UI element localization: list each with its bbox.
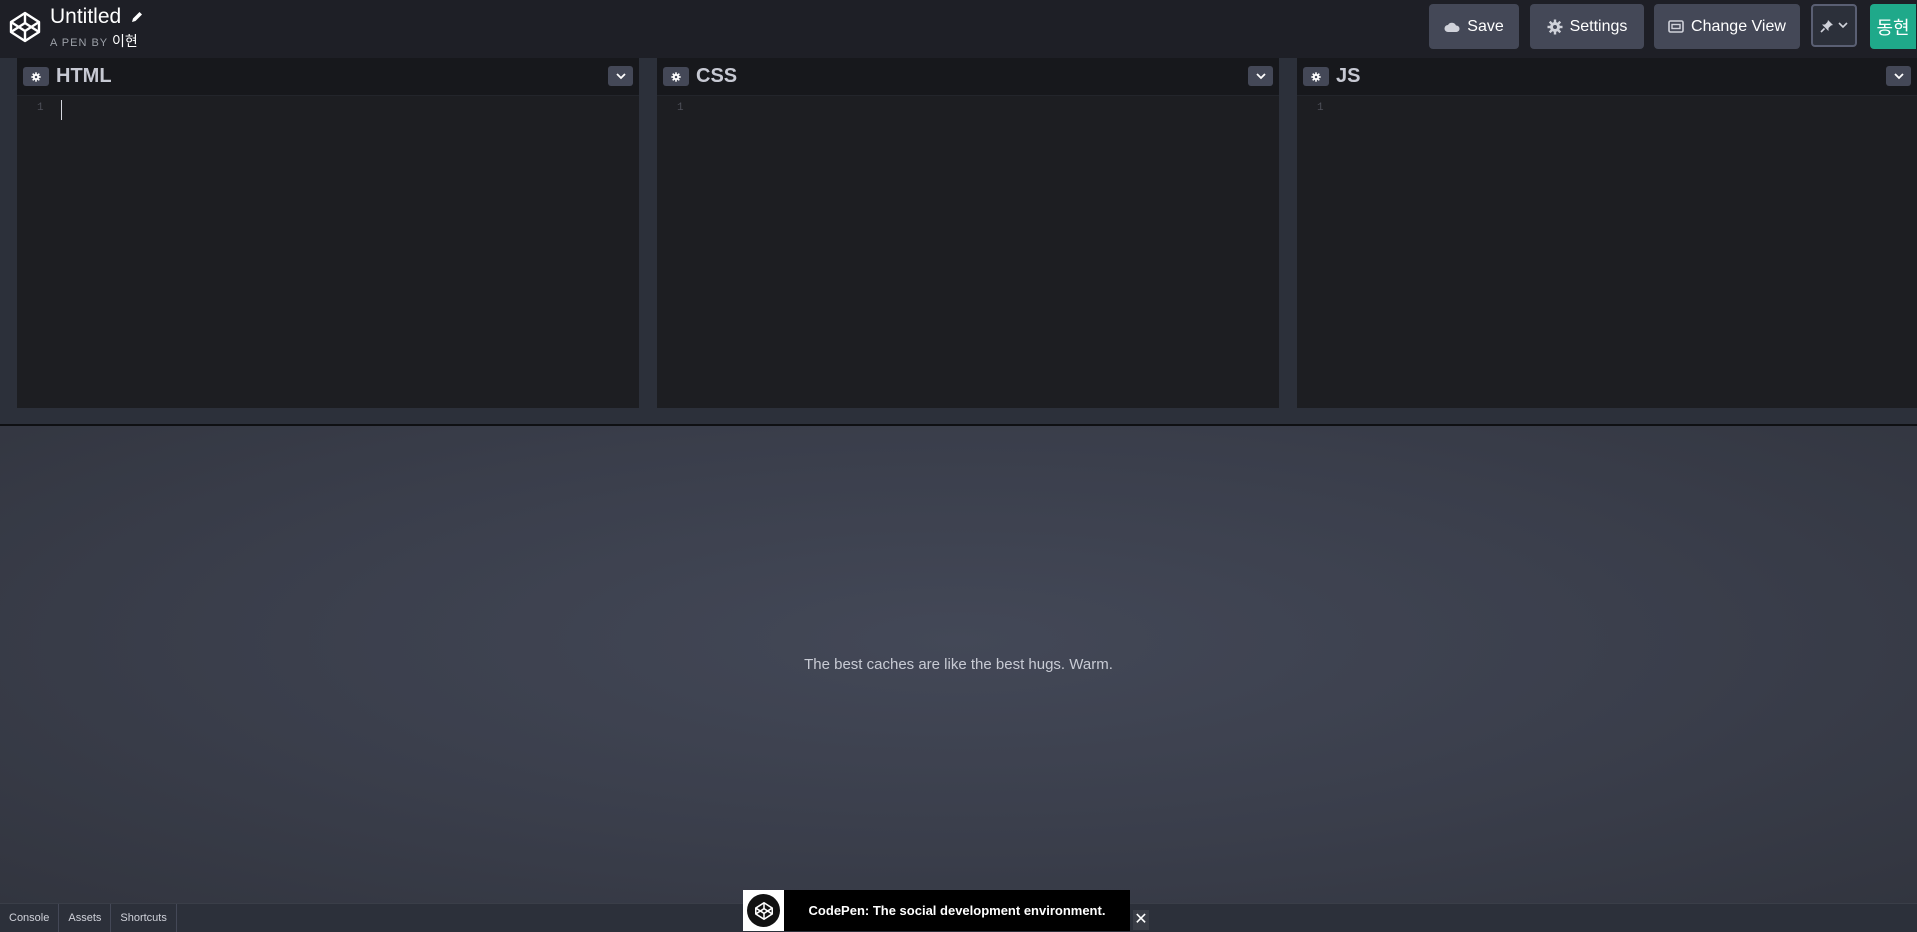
- preview-pane: The best caches are like the best hugs. …: [0, 426, 1917, 903]
- settings-button[interactable]: Settings: [1530, 4, 1644, 49]
- layout-icon: [1668, 20, 1684, 33]
- chevron-down-icon: [1838, 22, 1848, 29]
- html-editor[interactable]: HTML 1: [17, 58, 639, 409]
- change-view-button[interactable]: Change View: [1654, 4, 1800, 49]
- html-collapse-button[interactable]: [608, 66, 633, 86]
- html-editor-title: HTML: [56, 65, 112, 87]
- css-editor-title: CSS: [696, 65, 738, 87]
- css-editor[interactable]: CSS 1: [657, 58, 1279, 409]
- js-editor[interactable]: JS 1: [1297, 58, 1917, 409]
- console-button[interactable]: Console: [0, 904, 60, 932]
- codepen-logo-icon[interactable]: [8, 10, 42, 44]
- chevron-down-icon: [615, 72, 626, 79]
- settings-label: Settings: [1569, 17, 1628, 35]
- close-icon[interactable]: ✕: [1133, 910, 1149, 930]
- pen-byline: A PEN BY 이현: [50, 31, 144, 51]
- assets-button[interactable]: Assets: [59, 904, 112, 932]
- js-settings-button[interactable]: [1303, 67, 1329, 86]
- gear-icon: [1311, 71, 1321, 82]
- editor-area: HTML 1 CSS 1 JS 1: [0, 58, 1917, 409]
- html-editor-header: HTML: [17, 58, 639, 96]
- css-settings-button[interactable]: [663, 67, 689, 86]
- pencil-icon[interactable]: [130, 10, 144, 24]
- chevron-down-icon: [1255, 72, 1266, 79]
- byline-prefix: A PEN BY: [50, 37, 108, 49]
- text-cursor: [61, 100, 62, 120]
- pin-menu-button[interactable]: [1811, 4, 1857, 47]
- pen-title-block: Untitled A PEN BY 이현: [50, 4, 144, 51]
- line-number: 1: [1317, 102, 1324, 114]
- save-button[interactable]: Save: [1429, 4, 1519, 49]
- css-collapse-button[interactable]: [1248, 66, 1273, 86]
- css-editor-header: CSS: [657, 58, 1279, 96]
- codepen-logo-icon: [747, 894, 780, 927]
- preview-message: The best caches are like the best hugs. …: [804, 656, 1113, 673]
- gear-icon: [1547, 19, 1563, 34]
- toast-logo: [743, 890, 784, 931]
- gear-icon: [671, 71, 681, 82]
- pin-icon: [1820, 19, 1833, 33]
- html-settings-button[interactable]: [23, 67, 49, 86]
- line-number: 1: [37, 102, 44, 114]
- cloud-icon: [1444, 22, 1460, 32]
- shortcuts-button[interactable]: Shortcuts: [111, 904, 177, 932]
- chevron-down-icon: [1893, 72, 1904, 79]
- pen-title[interactable]: Untitled: [50, 4, 121, 30]
- user-avatar[interactable]: 동현: [1870, 4, 1916, 49]
- gear-icon: [31, 71, 41, 82]
- top-header: Untitled A PEN BY 이현 Save Settings Chang…: [0, 0, 1917, 58]
- save-label: Save: [1467, 17, 1504, 35]
- js-editor-header: JS: [1297, 58, 1917, 96]
- line-number: 1: [677, 102, 684, 114]
- preview-resize-handle[interactable]: [0, 408, 1917, 426]
- codepen-mark-icon: [754, 901, 773, 920]
- author-link[interactable]: 이현: [112, 33, 138, 49]
- toast-text: CodePen: The social development environm…: [808, 903, 1106, 918]
- change-view-label: Change View: [1691, 17, 1786, 35]
- js-editor-title: JS: [1336, 65, 1361, 87]
- js-collapse-button[interactable]: [1886, 66, 1911, 86]
- promo-toast[interactable]: CodePen: The social development environm…: [743, 890, 1130, 931]
